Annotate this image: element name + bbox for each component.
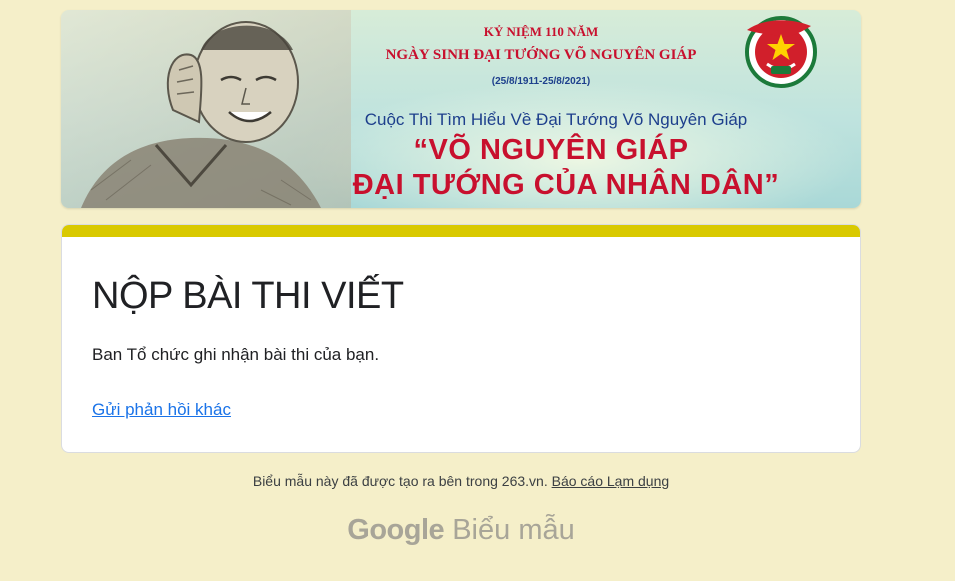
portrait-illustration: [61, 10, 351, 208]
footer-created-note: Biểu mẫu này đã được tạo ra bên trong 26…: [252, 473, 548, 489]
report-abuse-link[interactable]: Báo cáo Lạm dụng: [552, 473, 670, 489]
banner-dates: (25/8/1911-25/8/2021): [491, 76, 591, 87]
banner-headline-line2: ĐẠI TƯỚNG CỦA NHÂN DÂN”: [352, 169, 780, 201]
confirmation-message: Ban Tổ chức ghi nhận bài thi của bạn.: [92, 345, 380, 364]
banner-headline-line1: “VÕ NGUYÊN GIÁP: [413, 134, 689, 166]
submit-another-response-link[interactable]: Gửi phản hồi khác: [92, 400, 231, 420]
footer-disclaimer: Biểu mẫu này đã được tạo ra bên trong 26…: [61, 473, 861, 489]
header-banner-image: KỶ NIỆM 110 NĂM NGÀY SINH ĐẠI TƯỚNG VÕ N…: [61, 10, 861, 208]
confirmation-card: NỘP BÀI THI VIẾT Ban Tổ chức ghi nhận bà…: [61, 224, 861, 453]
google-wordmark: Google: [347, 514, 445, 546]
banner-birthday-line: NGÀY SINH ĐẠI TƯỚNG VÕ NGUYÊN GIÁP: [385, 47, 697, 63]
form-title: NỘP BÀI THI VIẾT: [92, 275, 404, 317]
banner-anniversary-line: KỶ NIỆM 110 NĂM: [483, 24, 599, 39]
banner-contest-name: Cuộc Thi Tìm Hiểu Về Đại Tướng Võ Nguyên…: [364, 110, 748, 129]
forms-wordmark: Biểu mẫu: [452, 514, 575, 546]
card-accent-bar: [62, 225, 860, 237]
google-forms-logo[interactable]: Google Biểu mẫu: [61, 514, 861, 547]
youth-union-emblem-icon: [745, 16, 817, 88]
